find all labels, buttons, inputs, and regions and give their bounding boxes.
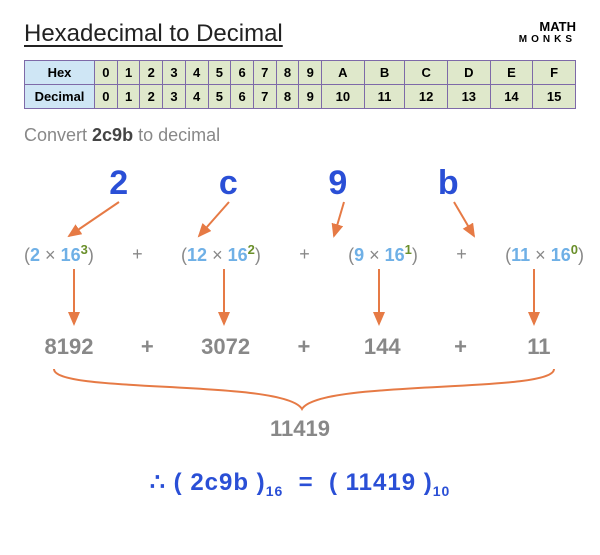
expansion-term: (11 × 160) [505,242,584,266]
hex-decimal-table: Hex 0 1 2 3 4 5 6 7 8 9 A B C D E F Deci… [24,60,576,109]
hex-cell: 6 [231,61,254,85]
term-exp: 3 [81,242,88,257]
hex-cell: A [322,61,365,85]
brace-icon [54,369,554,409]
therefore-symbol: ∴ [150,469,166,496]
plus-separator: + [299,244,310,265]
brand-line1: MATH [519,20,576,34]
hex-cell: 1 [117,61,140,85]
hex-row-label: Hex [25,61,95,85]
dec-cell: 9 [299,85,322,109]
arrow-icon [454,202,474,236]
arrow-icon [199,202,229,236]
brand-line2: MONKS [519,34,576,45]
results-row: 8192 + 3072 + 144 + 11 [24,334,584,360]
plus-separator: + [456,244,467,265]
plus-separator: + [298,334,311,360]
table-row: Hex 0 1 2 3 4 5 6 7 8 9 A B C D E F [25,61,576,85]
partial-result: 144 [337,334,427,360]
conversion-prompt: Convert 2c9b to decimal [24,125,576,146]
expansion-term: (2 × 163) [24,242,94,266]
equals-sign: = [299,469,314,496]
table-row: Decimal 0 1 2 3 4 5 6 7 8 9 10 11 12 13 … [25,85,576,109]
hex-digit: 9 [328,164,347,203]
term-coef: 2 [30,245,40,265]
conclusion-line: ∴ ( 2c9b )16 = ( 11419 )10 [24,468,576,499]
dec-cell: 2 [140,85,163,109]
plus-separator: + [132,244,143,265]
prompt-suffix: to decimal [133,125,220,145]
dec-cell: 11 [364,85,405,109]
hex-digit: c [219,164,238,203]
term-coef: 11 [511,245,530,265]
dec-cell: 1 [117,85,140,109]
dec-cell: 8 [276,85,299,109]
conclusion-lhs: 2c9b [190,469,249,496]
term-exp: 2 [248,242,255,257]
hex-digit: 2 [109,164,128,203]
plus-separator: + [454,334,467,360]
term-base: 16 [61,245,81,265]
hex-cell: 9 [299,61,322,85]
brand-logo: MATH MONKS [519,20,576,45]
hex-digits-row: 2 c 9 b [64,164,504,203]
hex-cell: C [405,61,448,85]
hex-cell: 0 [95,61,118,85]
hex-cell: 4 [185,61,208,85]
term-exp: 0 [571,242,578,257]
partial-result: 11 [494,334,584,360]
expansion-term: (12 × 162) [181,242,261,266]
hex-cell: F [533,61,576,85]
expansion-row: (2 × 163) + (12 × 162) + (9 × 161) + (11… [24,242,584,266]
conclusion-lhs-base: 16 [266,483,284,499]
hex-cell: 5 [208,61,231,85]
hex-cell: B [364,61,405,85]
hex-cell: D [447,61,490,85]
partial-result: 3072 [181,334,271,360]
dec-cell: 12 [405,85,448,109]
page-title: Hexadecimal to Decimal [24,20,283,48]
dec-cell: 7 [253,85,276,109]
prompt-hexvalue: 2c9b [92,125,133,145]
hex-cell: 8 [276,61,299,85]
arrow-icon [334,202,344,236]
dec-cell: 13 [447,85,490,109]
partial-result: 8192 [24,334,114,360]
conclusion-rhs-base: 10 [433,483,451,499]
prompt-prefix: Convert [24,125,92,145]
term-exp: 1 [405,242,412,257]
hex-cell: 2 [140,61,163,85]
arrow-icon [69,202,119,236]
decimal-row-label: Decimal [25,85,95,109]
dec-cell: 10 [322,85,365,109]
dec-cell: 4 [185,85,208,109]
term-coef: 12 [187,245,207,265]
hex-cell: E [490,61,533,85]
dec-cell: 0 [95,85,118,109]
hex-cell: 7 [253,61,276,85]
hex-digit: b [438,164,459,203]
conclusion-rhs: 11419 [346,469,416,496]
final-sum: 11419 [24,416,576,442]
term-base: 16 [385,245,405,265]
term-coef: 9 [354,245,364,265]
work-area: 2 c 9 b (2 × 163) + (12 × 162) + (9 × 16… [24,164,576,464]
dec-cell: 5 [208,85,231,109]
term-base: 16 [551,245,571,265]
hex-cell: 3 [163,61,186,85]
expansion-term: (9 × 161) [348,242,418,266]
dec-cell: 14 [490,85,533,109]
plus-separator: + [141,334,154,360]
dec-cell: 3 [163,85,186,109]
dec-cell: 6 [231,85,254,109]
dec-cell: 15 [533,85,576,109]
term-base: 16 [228,245,248,265]
